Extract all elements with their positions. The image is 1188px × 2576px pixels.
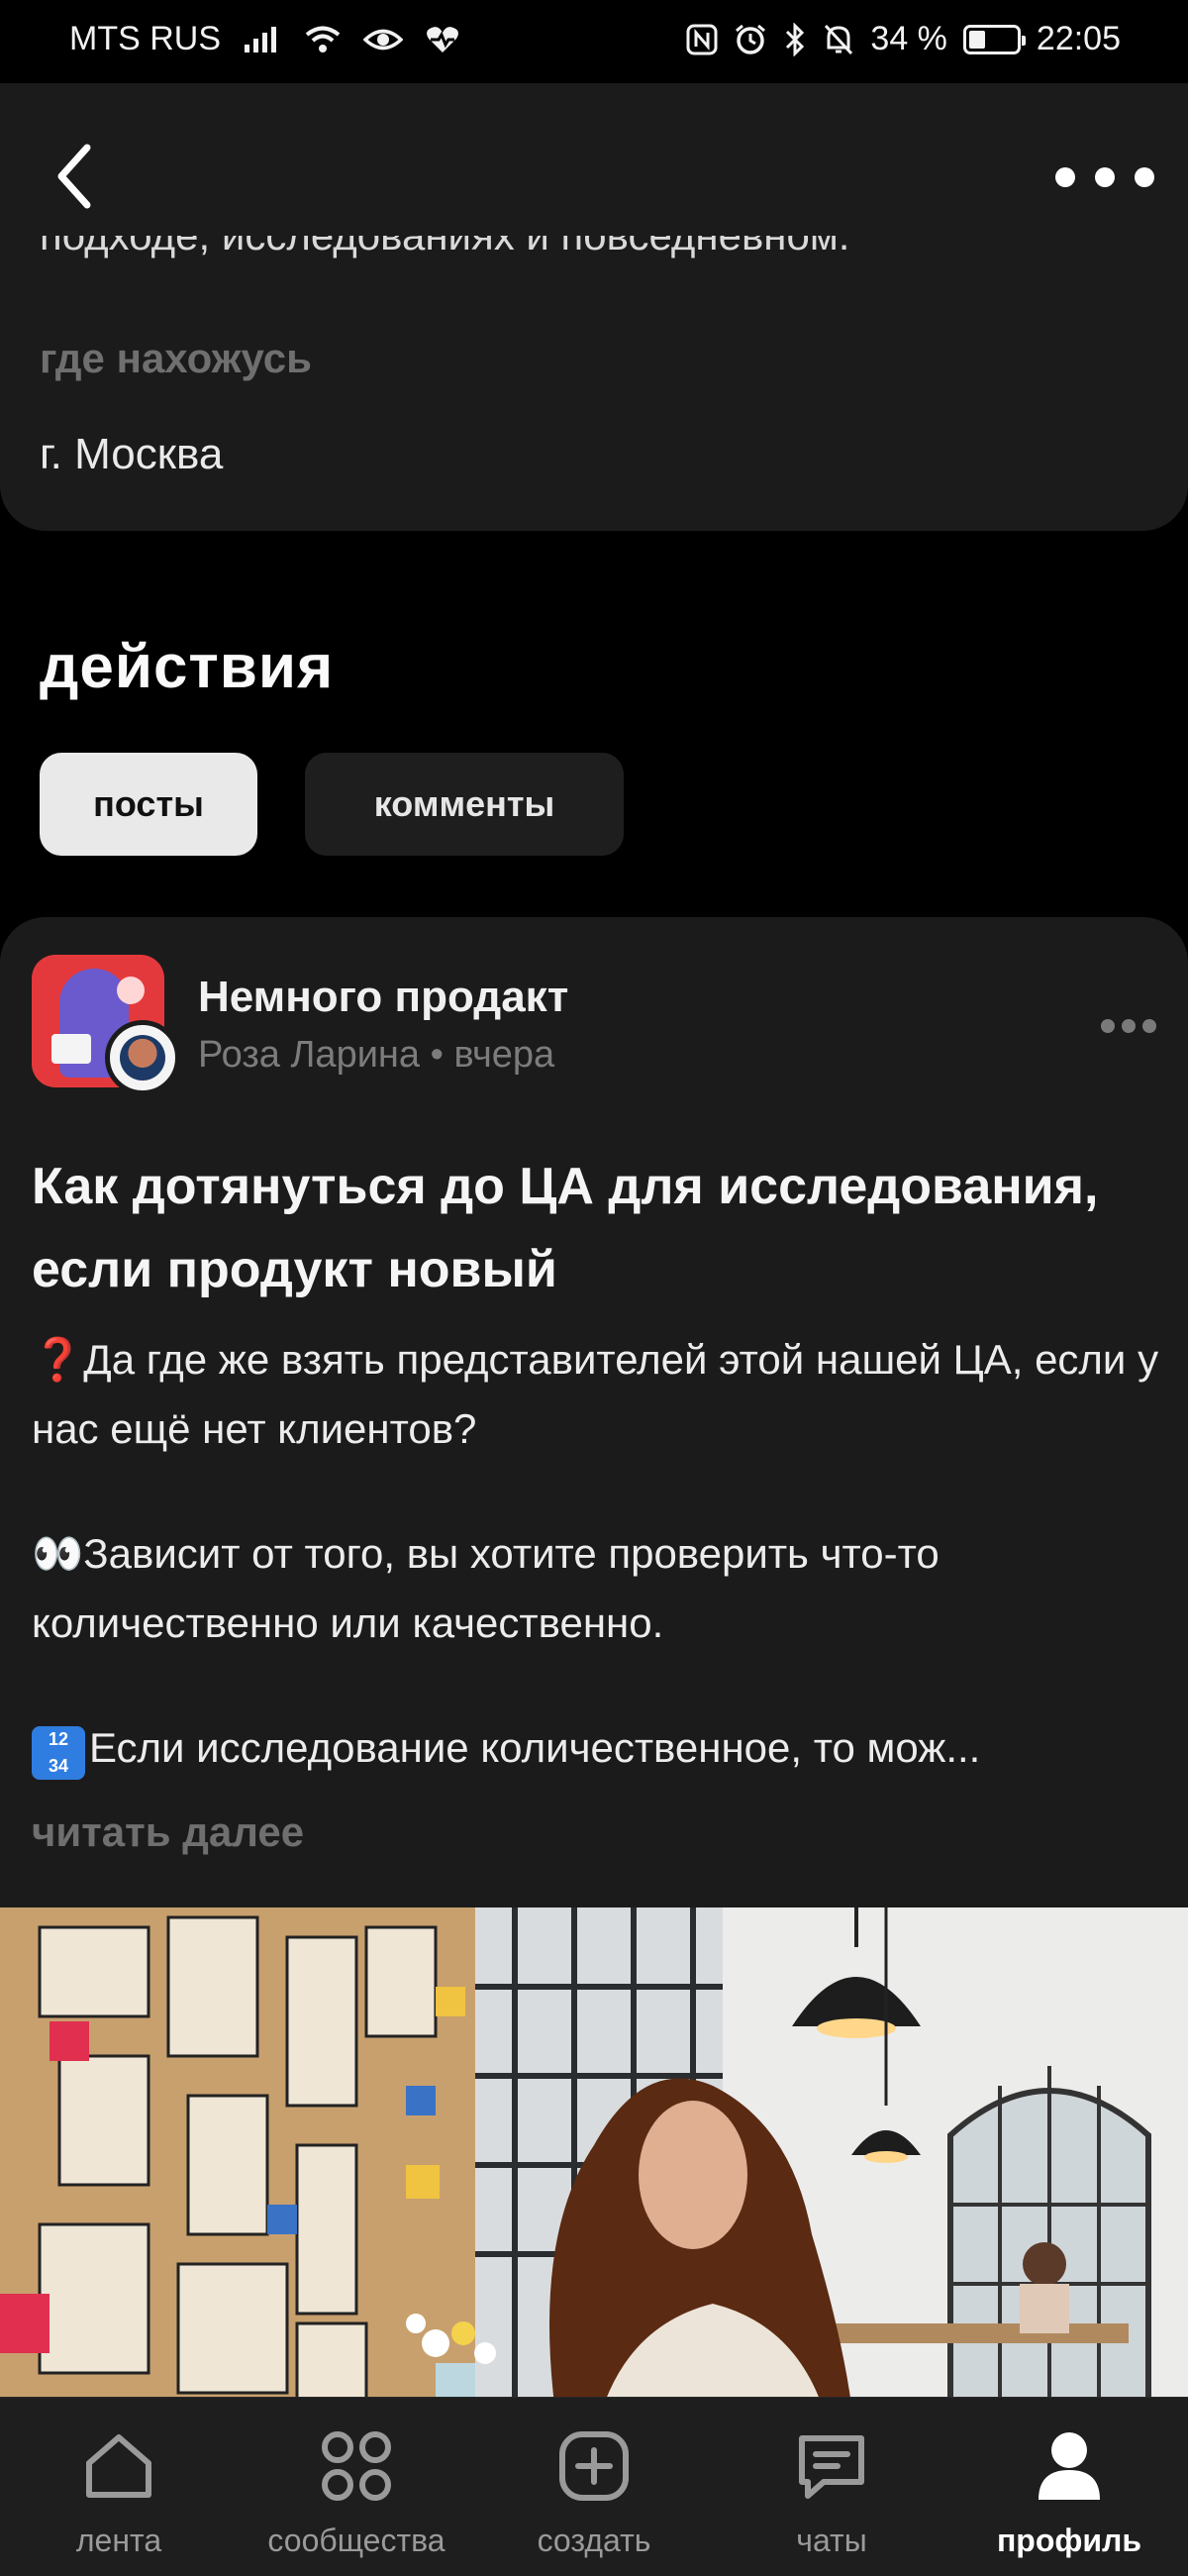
community-name[interactable]: Немного продакт <box>198 973 568 1022</box>
paragraph-text: Да где же взять представителей этой наше… <box>32 1336 1159 1452</box>
post-illustration <box>0 1907 1188 2405</box>
post-body[interactable]: ❓Да где же взять представителей этой наш… <box>32 1325 1160 1783</box>
post-paragraph: 👀Зависит от того, вы хотите проверить чт… <box>32 1519 1160 1658</box>
chevron-left-icon <box>57 144 91 209</box>
author-avatar[interactable] <box>105 1020 180 1095</box>
bluetooth-icon <box>783 22 807 56</box>
avatar-laptop <box>51 1034 91 1064</box>
nav-label: чаты <box>796 2523 867 2558</box>
person-icon <box>1035 2423 1104 2509</box>
more-dot <box>1101 1019 1115 1033</box>
grid-icon <box>319 2423 394 2509</box>
avatar-figure <box>117 977 145 1004</box>
more-dot <box>1095 167 1115 187</box>
battery-icon <box>962 24 1026 54</box>
nav-item-communities[interactable]: сообщества <box>238 2398 475 2576</box>
post-paragraph: 12 34 Если исследование количественное, то… <box>32 1713 1140 1783</box>
more-dot <box>1055 167 1075 187</box>
more-options-button[interactable] <box>1055 153 1154 202</box>
profile-bio-tail: подходе, исследованиях и повседневном. <box>40 212 850 258</box>
question-emoji-icon: ❓ <box>32 1336 84 1383</box>
eye-icon <box>363 25 403 54</box>
status-left: MTS RUS <box>69 20 460 58</box>
bottom-navigation: лента сообщества создать чаты профиль <box>0 2397 1188 2576</box>
tab-comments[interactable]: комменты <box>305 753 624 856</box>
chat-icon <box>794 2423 869 2509</box>
back-button[interactable] <box>44 137 103 216</box>
post-more-button[interactable] <box>1101 1016 1156 1036</box>
nav-label: создать <box>537 2523 651 2558</box>
paragraph-text: Зависит от того, вы хотите проверить что… <box>32 1530 940 1646</box>
post-paragraph: ❓Да где же взять представителей этой наш… <box>32 1325 1160 1464</box>
clock: 22:05 <box>1036 20 1121 57</box>
nav-item-chats[interactable]: чаты <box>713 2398 950 2576</box>
post-image[interactable] <box>0 1907 1188 2405</box>
heart-pulse-icon <box>425 25 460 54</box>
tab-posts[interactable]: посты <box>40 753 257 856</box>
location-value: г. Москва <box>40 430 224 478</box>
nav-label: профиль <box>996 2523 1142 2558</box>
author-face <box>120 1035 165 1081</box>
profile-about-card: подходе, исследованиях и повседневном. г… <box>0 83 1188 531</box>
post-title[interactable]: Как дотянуться до ЦА для исследования, е… <box>32 1145 1140 1311</box>
location-label: где нахожусь <box>40 335 312 381</box>
paragraph-text: Если исследование количественное, то мож… <box>89 1724 981 1771</box>
eyes-emoji-icon: 👀 <box>32 1530 84 1577</box>
actions-section-title: действия <box>40 633 335 701</box>
nav-item-feed[interactable]: лента <box>0 2398 238 2576</box>
carrier-name: MTS RUS <box>69 20 221 57</box>
status-bar: MTS RUS 34 % 22:05 <box>0 0 1188 83</box>
numbers-emoji-icon: 12 34 <box>32 1726 85 1780</box>
nfc-icon <box>686 24 718 55</box>
alarm-icon <box>734 23 767 56</box>
read-more-link[interactable]: читать далее <box>32 1808 304 1856</box>
nav-label: сообщества <box>267 2523 446 2558</box>
more-dot <box>1135 167 1154 187</box>
bell-muted-icon <box>823 23 854 56</box>
more-dot <box>1122 1019 1136 1033</box>
wifi-icon <box>304 25 342 54</box>
battery-percent: 34 % <box>870 20 947 57</box>
nav-item-create[interactable]: создать <box>475 2398 713 2576</box>
signal-icon <box>243 25 282 54</box>
status-right: 34 % 22:05 <box>686 20 1121 58</box>
home-icon <box>81 2423 156 2509</box>
more-dot <box>1142 1019 1156 1033</box>
nav-label: лента <box>75 2523 162 2558</box>
post-author-time: Роза Ларина • вчера <box>198 1034 555 1076</box>
battery-fill <box>968 30 985 49</box>
plus-square-icon <box>556 2423 632 2509</box>
post-card[interactable]: Немного продакт Роза Ларина • вчера Как … <box>0 917 1188 2575</box>
nav-item-profile[interactable]: профиль <box>950 2398 1188 2576</box>
